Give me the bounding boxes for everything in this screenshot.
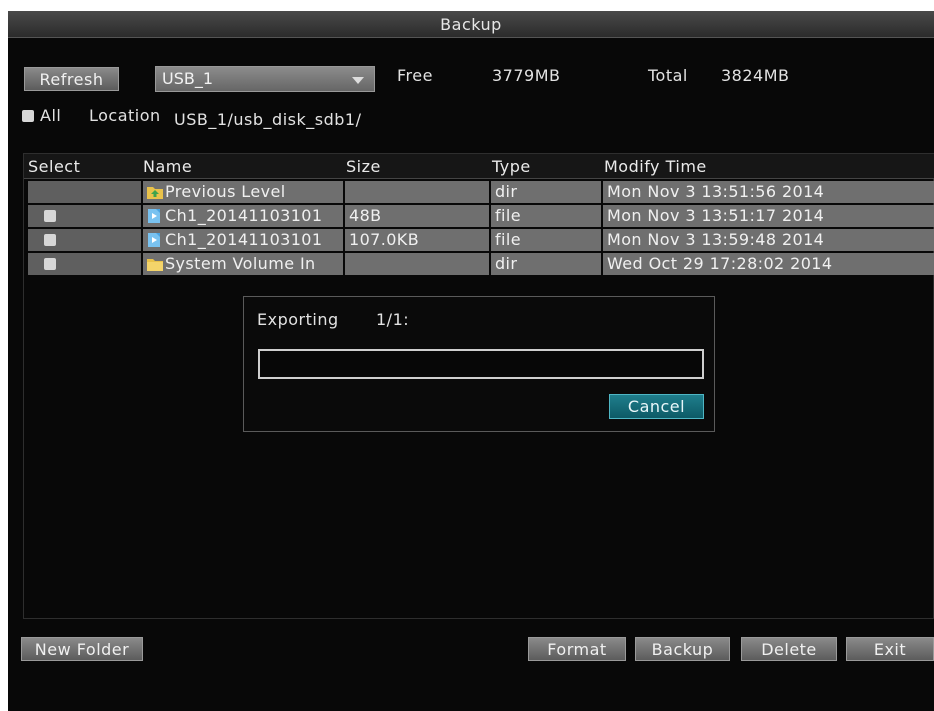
table-row[interactable]: System Volume In dir Wed Oct 29 17:28:02… <box>24 253 934 276</box>
size-cell <box>345 181 489 203</box>
select-cell <box>28 181 141 203</box>
exit-button[interactable]: Exit <box>846 637 934 661</box>
export-progress-bar <box>258 349 704 379</box>
backup-button[interactable]: Backup <box>635 637 730 661</box>
window-title: Backup <box>8 11 934 38</box>
format-button[interactable]: Format <box>528 637 626 661</box>
row-checkbox[interactable] <box>44 258 56 270</box>
type-cell: file <box>491 205 601 227</box>
video-file-icon <box>148 233 160 247</box>
column-header-select: Select <box>28 157 81 176</box>
name-cell: Ch1_20141103101 <box>143 205 343 227</box>
column-header-size: Size <box>346 157 381 176</box>
folder-icon <box>147 259 163 271</box>
export-progress-dialog: Exporting 1/1: Cancel <box>243 296 715 432</box>
location-path: USB_1/usb_disk_sdb1/ <box>174 110 362 129</box>
total-label: Total <box>648 66 688 85</box>
file-name: Ch1_20141103101 <box>165 230 323 249</box>
size-cell: 48B <box>345 205 489 227</box>
select-cell <box>28 205 141 227</box>
name-cell: Ch1_20141103101 <box>143 229 343 251</box>
name-cell: Previous Level <box>143 181 343 203</box>
folder-up-icon <box>147 187 163 199</box>
table-header: Select Name Size Type Modify Time <box>24 154 934 179</box>
select-all-label: All <box>40 106 62 125</box>
modify-time-cell: Mon Nov 3 13:51:17 2014 <box>603 205 934 227</box>
table-row[interactable]: Ch1_20141103101 107.0KB file Mon Nov 3 1… <box>24 229 934 252</box>
row-checkbox[interactable] <box>44 234 56 246</box>
location-label: Location <box>89 106 161 125</box>
backup-window: Backup Refresh USB_1 Free 3779MB Total 3… <box>8 11 934 711</box>
free-value: 3779MB <box>492 66 561 85</box>
new-folder-button[interactable]: New Folder <box>21 637 143 661</box>
modify-time-cell: Mon Nov 3 13:59:48 2014 <box>603 229 934 251</box>
table-row[interactable]: Previous Level dir Mon Nov 3 13:51:56 20… <box>24 181 934 204</box>
type-cell: dir <box>491 253 601 275</box>
modify-time-cell: Mon Nov 3 13:51:56 2014 <box>603 181 934 203</box>
size-cell: 107.0KB <box>345 229 489 251</box>
caption-strip <box>0 0 934 10</box>
export-progress-count: 1/1: <box>376 310 410 329</box>
device-select-value: USB_1 <box>162 69 214 88</box>
free-label: Free <box>397 66 433 85</box>
video-file-icon <box>148 209 160 223</box>
column-header-type: Type <box>492 157 531 176</box>
row-checkbox[interactable] <box>44 210 56 222</box>
select-all-checkbox[interactable] <box>22 110 34 122</box>
type-cell: file <box>491 229 601 251</box>
column-header-name: Name <box>143 157 193 176</box>
file-name: Previous Level <box>165 182 286 201</box>
file-name: System Volume In <box>165 254 316 273</box>
table-row[interactable]: Ch1_20141103101 48B file Mon Nov 3 13:51… <box>24 205 934 228</box>
exporting-label: Exporting <box>257 310 339 329</box>
name-cell: System Volume In <box>143 253 343 275</box>
cancel-button[interactable]: Cancel <box>609 394 704 419</box>
type-cell: dir <box>491 181 601 203</box>
select-cell <box>28 253 141 275</box>
file-name: Ch1_20141103101 <box>165 206 323 225</box>
modify-time-cell: Wed Oct 29 17:28:02 2014 <box>603 253 934 275</box>
refresh-button[interactable]: Refresh <box>24 67 119 91</box>
device-select[interactable]: USB_1 <box>155 66 375 92</box>
chevron-down-icon <box>352 77 364 84</box>
total-value: 3824MB <box>721 66 790 85</box>
select-cell <box>28 229 141 251</box>
delete-button[interactable]: Delete <box>741 637 837 661</box>
size-cell <box>345 253 489 275</box>
column-header-modify-time: Modify Time <box>604 157 707 176</box>
